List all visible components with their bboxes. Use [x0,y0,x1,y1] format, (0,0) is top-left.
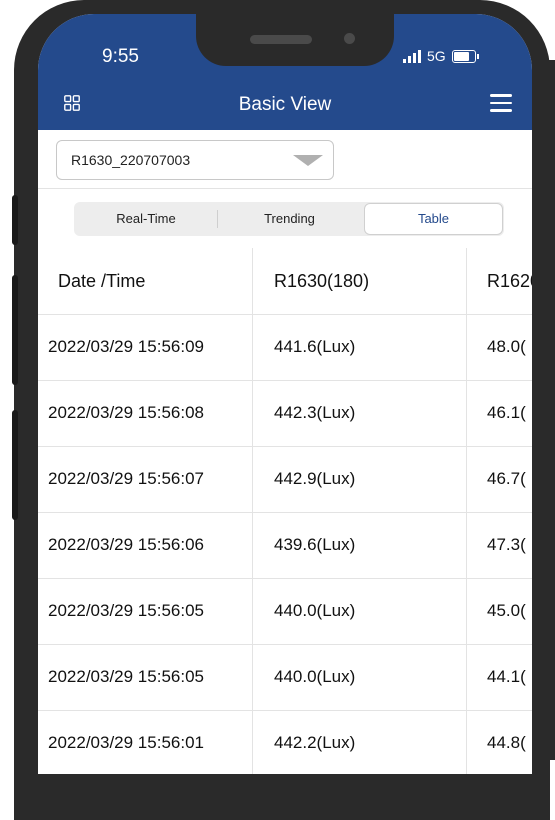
side-button [12,410,18,520]
phone-device: 9:55 5G Basic View R1630_220707003 Real-… [0,0,555,820]
cell-datetime: 2022/03/29 15:56:05 [48,601,204,620]
speaker-grille [250,35,312,44]
signal-icon [403,49,421,63]
status-indicators: 5G [403,48,479,64]
cell-value: 439.6(Lux) [274,535,356,554]
tab-table[interactable]: Table [364,203,503,235]
cell-value: 440.0(Lux) [274,601,356,620]
cell-value: 441.6(Lux) [274,337,356,356]
cell-value: 44.8( [487,733,526,752]
table-row: 2022/03/29 15:56:05 440.0(Lux) 44.1( [38,644,532,711]
phone-notch [196,14,394,66]
device-select[interactable]: R1630_220707003 [56,140,334,180]
divider [38,188,532,189]
cell-value: 46.1( [487,403,526,422]
front-camera [344,33,355,44]
cell-value: 440.0(Lux) [274,667,356,686]
cell-value: 48.0( [487,337,526,356]
cell-value: 442.9(Lux) [274,469,356,488]
table-row: 2022/03/29 15:56:01 442.2(Lux) 44.8( [38,710,532,774]
column-header-r1630: R1630(180) [274,271,370,291]
chevron-down-icon [293,155,323,166]
cell-value: 47.3( [487,535,526,554]
cell-datetime: 2022/03/29 15:56:08 [48,403,204,422]
app-screen: 9:55 5G Basic View R1630_220707003 Real-… [38,14,532,774]
table-row: 2022/03/29 15:56:08 442.3(Lux) 46.1( [38,380,532,447]
column-header-r1620: R1620 [487,271,532,291]
side-button [12,195,18,245]
menu-icon[interactable] [490,94,512,112]
phone-frame-edge [532,60,555,760]
cell-value: 44.1( [487,667,526,686]
app-header: 9:55 5G Basic View [38,14,532,130]
cell-value: 46.7( [487,469,526,488]
table-header-row: Date /Time R1630(180) R1620 [38,248,532,315]
cell-value: 442.2(Lux) [274,733,356,752]
table-row: 2022/03/29 15:56:07 442.9(Lux) 46.7( [38,446,532,513]
battery-icon [451,49,479,63]
view-tabs: Real-Time Trending Table [74,202,504,236]
cell-datetime: 2022/03/29 15:56:05 [48,667,204,686]
table-row: 2022/03/29 15:56:09 441.6(Lux) 48.0( [38,314,532,381]
table-row: 2022/03/29 15:56:06 439.6(Lux) 47.3( [38,512,532,579]
cell-datetime: 2022/03/29 15:56:09 [48,337,204,356]
cell-datetime: 2022/03/29 15:56:01 [48,733,204,752]
column-header-datetime: Date /Time [58,271,146,291]
table-row: 2022/03/29 15:56:05 440.0(Lux) 45.0( [38,578,532,645]
cell-datetime: 2022/03/29 15:56:06 [48,535,204,554]
network-label: 5G [427,48,446,64]
device-select-value: R1630_220707003 [71,152,191,168]
page-title: Basic View [238,94,332,115]
tab-real-time[interactable]: Real-Time [74,202,218,236]
status-time: 9:55 [102,46,139,67]
tab-trending[interactable]: Trending [218,202,361,236]
cell-value: 442.3(Lux) [274,403,356,422]
cell-datetime: 2022/03/29 15:56:07 [48,469,204,488]
cell-value: 45.0( [487,601,526,620]
side-button [12,275,18,385]
